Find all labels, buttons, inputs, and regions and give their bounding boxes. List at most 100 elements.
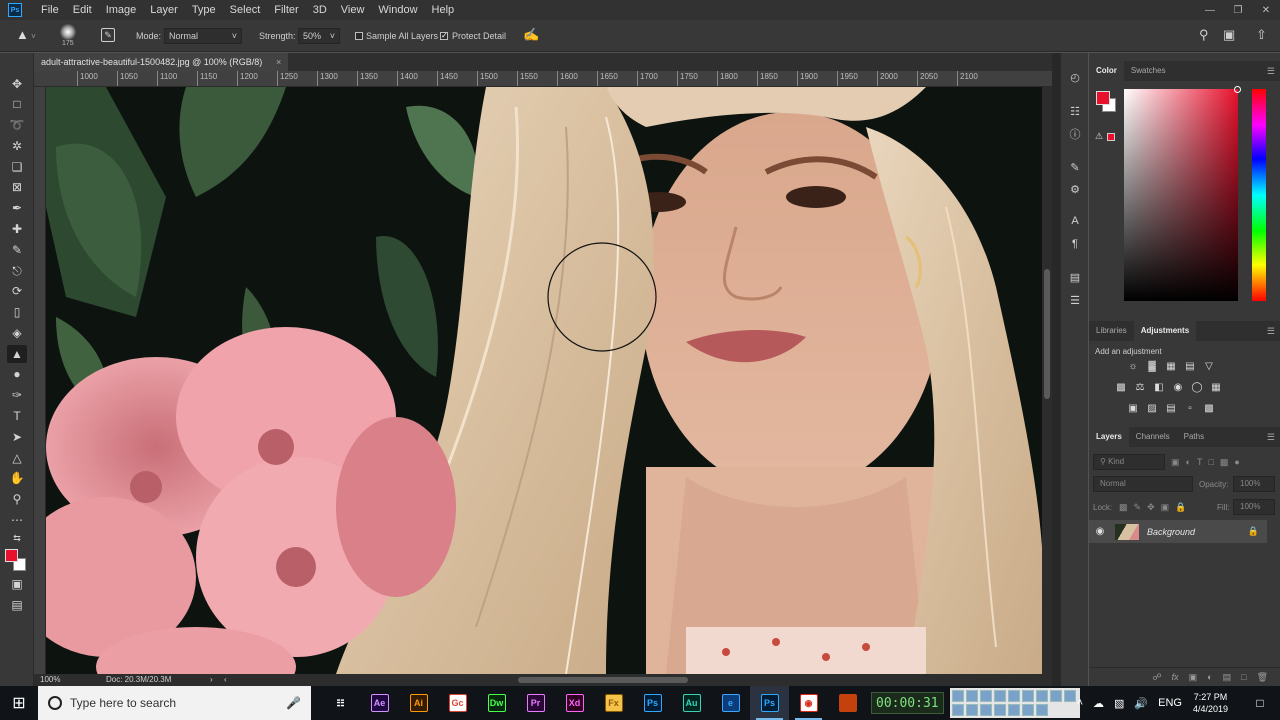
taskbar-app-icon[interactable]: Xd [555,686,594,720]
language-indicator[interactable]: ENG [1158,697,1182,709]
share-icon[interactable]: ⇧ [1256,27,1267,43]
invert-icon[interactable]: ▣ [1125,400,1141,416]
menu-image[interactable]: Image [99,0,144,20]
brush-settings-button[interactable]: ✎ [101,28,115,42]
eyedropper-tool-icon[interactable]: ✒ [7,199,27,217]
brush-preview-icon[interactable] [60,24,76,40]
opacity-field[interactable]: 100% [1233,476,1275,492]
type-tool-icon[interactable]: T [7,407,27,425]
menu-select[interactable]: Select [223,0,268,20]
shape-tool-icon[interactable]: △ [7,449,27,467]
taskbar-app-icon[interactable]: Pr [516,686,555,720]
protect-detail-checkbox[interactable] [440,32,448,40]
exposure-icon[interactable]: ▤ [1182,358,1198,374]
new-group-icon[interactable]: ▤ [1223,672,1232,683]
taskbar-app-icon[interactable]: ◉ [789,686,828,720]
tab-channels[interactable]: Channels [1129,427,1177,447]
zoom-level[interactable]: 100% [40,675,60,684]
paragraph-icon[interactable]: ¶ [1067,236,1083,252]
marquee-tool-icon[interactable]: □ [7,95,27,113]
history-icon[interactable]: ◴ [1067,69,1083,85]
menu-3d[interactable]: 3D [306,0,334,20]
show-hidden-icons-icon[interactable]: ˄ [1077,697,1083,709]
pen-tool-icon[interactable]: ✑ [7,386,27,404]
menu-view[interactable]: View [334,0,372,20]
clock[interactable]: 7:27 PM 4/4/2019 [1193,691,1228,715]
channel-mixer-icon[interactable]: ◯ [1189,379,1205,395]
clone-stamp-tool-icon[interactable]: ⎋ [7,262,27,280]
hand-tool-icon[interactable]: ✋ [7,469,27,487]
taskbar-app-icon[interactable]: Dw [477,686,516,720]
menu-edit[interactable]: Edit [66,0,99,20]
layer-row-background[interactable]: ◉ Background 🔒 [1089,520,1267,543]
menu-type[interactable]: Type [185,0,223,20]
hue-slider[interactable] [1252,89,1266,301]
filter-toggle-icon[interactable]: ● [1234,457,1239,468]
panel-menu-icon[interactable]: ☰ [1267,326,1275,337]
tab-libraries[interactable]: Libraries [1089,321,1134,341]
dodge-tool-icon[interactable]: ● [7,365,27,383]
taskbar-app-icon[interactable]: Ps [633,686,672,720]
posterize-icon[interactable]: ▨ [1144,400,1160,416]
vertical-scrollbar[interactable] [1042,87,1052,674]
mode-select[interactable]: Normal ˅ [164,28,242,44]
brush-tool-icon[interactable]: ✎ [7,241,27,259]
status-menu-icon[interactable]: › [210,675,213,684]
tab-color[interactable]: Color [1089,61,1124,81]
taskbar-app-icon[interactable]: Ps [750,686,789,720]
brushes-icon[interactable]: ✎ [1067,159,1083,175]
more-tools-icon[interactable]: ⋯ [7,511,27,529]
adjustment-filter-icon[interactable]: ◐ [1186,457,1191,468]
swap-colors-icon[interactable]: ⇆ [7,529,27,547]
lock-position-icon[interactable]: ✥ [1147,502,1155,513]
vertical-scroll-thumb[interactable] [1044,269,1050,399]
hue-saturation-icon[interactable]: ▩ [1113,379,1129,395]
crop-tool-icon[interactable]: ❏ [7,158,27,176]
eraser-tool-icon[interactable]: ▯ [7,303,27,321]
visibility-eye-icon[interactable]: ◉ [1089,526,1111,537]
smart-object-filter-icon[interactable]: ▩ [1220,457,1229,468]
color-balance-icon[interactable]: ⚖ [1132,379,1148,395]
delete-layer-icon[interactable]: 🗑 [1257,672,1268,683]
lock-all-icon[interactable]: 🔒 [1175,502,1186,513]
action-center-icon[interactable]: □ [1245,696,1275,710]
scroll-left-icon[interactable]: ‹ [224,675,227,684]
lock-pixels-icon[interactable]: ✎ [1134,502,1142,513]
blend-mode-select[interactable]: Normal [1093,476,1193,492]
black-white-icon[interactable]: ◧ [1151,379,1167,395]
menu-file[interactable]: File [34,0,66,20]
search-icon[interactable]: ⚲ [1199,27,1209,43]
tab-adjustments[interactable]: Adjustments [1133,321,1197,341]
tool-preset-picker[interactable]: ▲ ˅ [16,27,42,45]
levels-icon[interactable]: ▓ [1144,358,1160,374]
pixel-filter-icon[interactable]: ▣ [1171,457,1180,468]
tab-paths[interactable]: Paths [1177,427,1211,447]
color-lookup-icon[interactable]: ▦ [1208,379,1224,395]
menu-filter[interactable]: Filter [267,0,305,20]
shape-filter-icon[interactable]: □ [1208,457,1213,468]
curves-icon[interactable]: ▦ [1163,358,1179,374]
paint-bucket-tool-icon[interactable]: ◈ [7,324,27,342]
microphone-icon[interactable]: 🎤 [286,696,301,710]
close-document-icon[interactable]: × [276,53,281,71]
taskbar-app-icon[interactable]: e [711,686,750,720]
lock-transparency-icon[interactable]: ▩ [1119,502,1128,513]
notes-icon[interactable]: ☰ [1067,292,1083,308]
history-brush-tool-icon[interactable]: ⟳ [7,282,27,300]
layer-name[interactable]: Background [1147,527,1248,537]
panel-menu-icon[interactable]: ☰ [1267,432,1275,443]
character-icon[interactable]: A [1067,213,1083,229]
strength-field[interactable]: 50% ˅ [298,28,340,44]
path-selection-tool-icon[interactable]: ➤ [7,428,27,446]
new-layer-icon[interactable]: □ [1241,672,1246,682]
menu-layer[interactable]: Layer [143,0,185,20]
color-field[interactable] [1124,89,1238,301]
cloud-icon[interactable]: ☁ [1093,697,1104,710]
type-filter-icon[interactable]: T [1197,457,1203,468]
layer-style-icon[interactable]: fx [1172,672,1179,682]
smudge-tool-icon[interactable]: ▲ [7,345,27,363]
color-picker-marker[interactable] [1234,86,1241,93]
taskbar-app-icon[interactable]: Gc [438,686,477,720]
new-adjustment-layer-icon[interactable]: ◐ [1207,672,1212,682]
windows-start-icon[interactable]: ⊞ [0,686,38,720]
